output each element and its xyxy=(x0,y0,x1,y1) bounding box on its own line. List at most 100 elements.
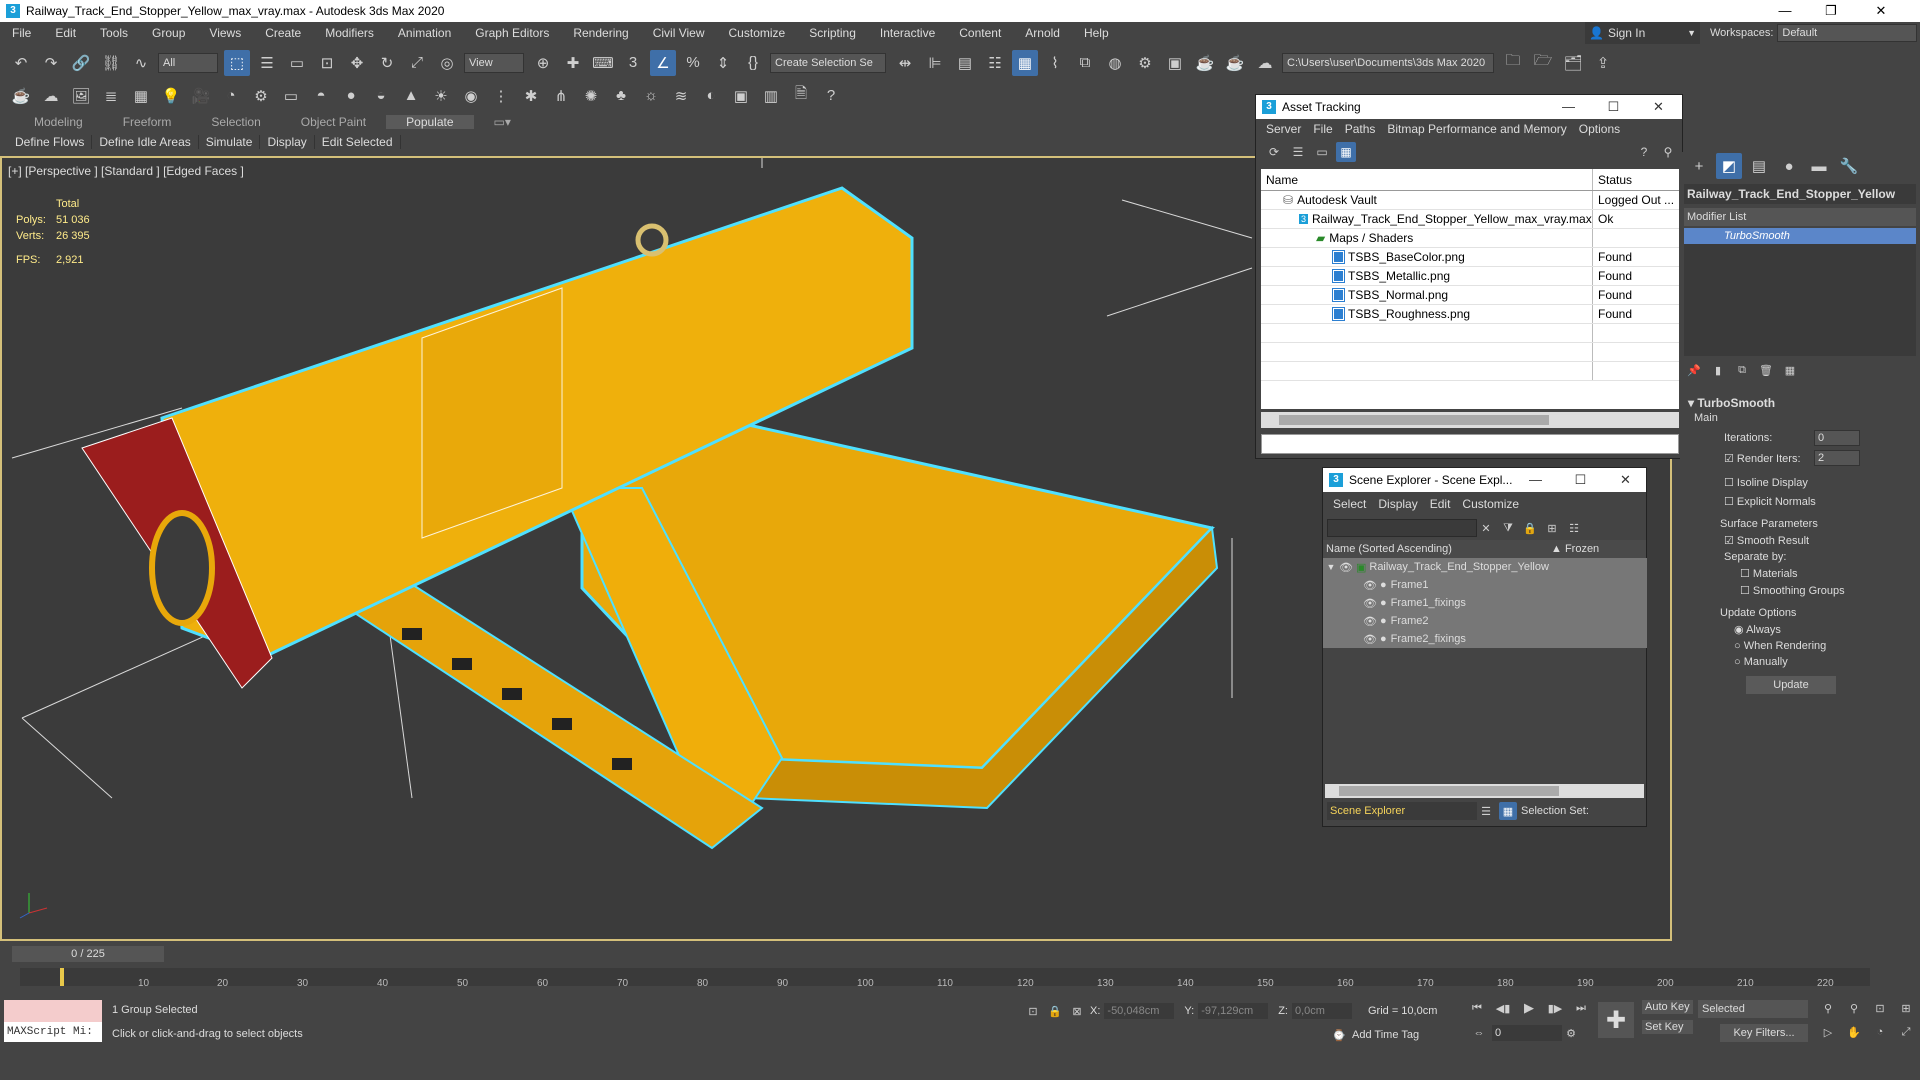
ribbon-options-icon[interactable]: ▭▾ xyxy=(474,115,531,129)
menu-paths[interactable]: Paths xyxy=(1339,122,1382,136)
lock-icon[interactable]: 🔒 xyxy=(1521,519,1539,537)
help-icon[interactable]: ? xyxy=(818,83,844,109)
column-name[interactable]: Name (Sorted Ascending) xyxy=(1323,543,1551,555)
file-icon[interactable]: 🗎 xyxy=(788,83,814,109)
sphere-half-icon[interactable]: ◓ xyxy=(308,83,334,109)
next-frame-icon[interactable]: ▮▶ xyxy=(1544,998,1566,1018)
camera-icon[interactable]: 🎥 xyxy=(188,83,214,109)
menu-file[interactable]: File xyxy=(0,22,43,44)
snaps-toggle-icon[interactable]: 3 xyxy=(620,50,646,76)
asset-row-texture[interactable]: TSBS_Metallic.png Found xyxy=(1261,267,1679,286)
pivot-icon[interactable]: ⊕ xyxy=(530,50,556,76)
close-button[interactable]: ✕ xyxy=(1636,95,1681,119)
close-button[interactable]: ✕ xyxy=(1858,0,1904,22)
orb-icon[interactable]: ◉ xyxy=(458,83,484,109)
rotate-icon[interactable]: ↻ xyxy=(374,50,400,76)
plant-icon[interactable]: ♣ xyxy=(608,83,634,109)
link-folder-icon[interactable]: 🗁 xyxy=(1530,50,1556,76)
z-coordinate-field[interactable]: 0,0cm xyxy=(1291,1003,1352,1019)
particle-icon[interactable]: ✱ xyxy=(518,83,544,109)
thumbnail-view-icon[interactable]: ▭ xyxy=(1312,142,1332,162)
hemisphere-icon[interactable]: ◒ xyxy=(368,83,394,109)
open-folder-icon[interactable]: 🗂 xyxy=(1560,50,1586,76)
asset-row-texture[interactable]: TSBS_Normal.png Found xyxy=(1261,286,1679,305)
layers-icon[interactable]: ☷ xyxy=(1565,519,1583,537)
field-of-view-icon[interactable]: ▷ xyxy=(1818,1022,1838,1042)
menu-modifiers[interactable]: Modifiers xyxy=(313,22,386,44)
pan-icon[interactable]: ✋ xyxy=(1844,1022,1864,1042)
keyboard-shortcut-icon[interactable]: ⌨ xyxy=(590,50,616,76)
close-button[interactable]: ✕ xyxy=(1603,468,1648,492)
filter-icon[interactable]: ⧩ xyxy=(1499,519,1517,537)
visibility-eye-icon[interactable]: 👁 xyxy=(1363,579,1377,592)
toggle-scene-explorer-icon[interactable]: ▤ xyxy=(952,50,978,76)
always-radio[interactable]: ◉ Always xyxy=(1680,623,1920,636)
link-icon[interactable]: 🔗 xyxy=(68,50,94,76)
globe-icon[interactable]: ◐ xyxy=(698,83,724,109)
mirror-icon[interactable]: ⇹ xyxy=(892,50,918,76)
isolate-selection-icon[interactable]: ⊡ xyxy=(1024,1002,1042,1020)
table-icon[interactable]: ▦ xyxy=(128,83,154,109)
absolute-mode-icon[interactable]: ⊠ xyxy=(1068,1002,1086,1020)
align-icon[interactable]: ⊫ xyxy=(922,50,948,76)
tab-object-paint[interactable]: Object Paint xyxy=(281,115,386,129)
menu-server[interactable]: Server xyxy=(1260,122,1307,136)
add-time-tag[interactable]: Add Time Tag xyxy=(1352,1029,1419,1041)
cone-icon[interactable]: ▲ xyxy=(398,83,424,109)
motion-tab-icon[interactable]: ● xyxy=(1776,153,1802,179)
play-icon[interactable]: ▶ xyxy=(1518,998,1540,1018)
tab-populate[interactable]: Populate xyxy=(386,115,474,129)
visibility-eye-icon[interactable]: 👁 xyxy=(1339,561,1353,574)
scale-icon[interactable]: ⤢ xyxy=(404,50,430,76)
scene-search-input[interactable] xyxy=(1327,519,1477,537)
fog-icon[interactable]: ≋ xyxy=(668,83,694,109)
maximize-button[interactable]: ❐ xyxy=(1808,0,1854,22)
simulate-button[interactable]: Simulate xyxy=(199,135,261,149)
list-view-icon[interactable]: ☰ xyxy=(1288,142,1308,162)
select-by-name-icon[interactable]: ☰ xyxy=(254,50,280,76)
bind-spacewarp-icon[interactable]: ∿ xyxy=(128,50,154,76)
menu-interactive[interactable]: Interactive xyxy=(868,22,947,44)
time-tag-icon[interactable]: ⌚ xyxy=(1330,1026,1348,1044)
tab-selection[interactable]: Selection xyxy=(191,115,280,129)
render-iterative-icon[interactable]: ☕ xyxy=(1222,50,1248,76)
clear-search-icon[interactable]: ✕ xyxy=(1477,519,1495,537)
go-to-end-icon[interactable]: ⏭ xyxy=(1570,998,1592,1018)
expand-icon[interactable]: ▼ xyxy=(1323,562,1339,572)
set-keys-icon[interactable]: ✚ xyxy=(1598,1002,1634,1038)
helper-icon[interactable]: ◔ xyxy=(218,83,244,109)
manually-radio[interactable]: ○ Manually xyxy=(1680,656,1920,668)
unlink-icon[interactable]: ⛓ xyxy=(98,50,124,76)
redo-icon[interactable]: ↷ xyxy=(38,50,64,76)
cloud-icon[interactable]: ☁ xyxy=(38,83,64,109)
auto-key-button[interactable]: Auto Key xyxy=(1642,1000,1693,1014)
smoothing-groups-checkbox[interactable]: ☐ Smoothing Groups xyxy=(1680,584,1920,597)
menu-options[interactable]: Options xyxy=(1573,122,1626,136)
maximize-button[interactable]: ☐ xyxy=(1558,468,1603,492)
menu-display[interactable]: Display xyxy=(1372,497,1423,511)
key-mode-icon[interactable]: ⇔ xyxy=(1470,1024,1488,1042)
rollout-header[interactable]: ▾ TurboSmooth xyxy=(1680,396,1920,410)
rectangular-selection-icon[interactable]: ▭ xyxy=(284,50,310,76)
hierarchy-icon[interactable]: ▦ xyxy=(1499,802,1517,820)
project-folder-icon[interactable]: 🗀 xyxy=(1500,50,1526,76)
frame-buffer-icon[interactable]: ▣ xyxy=(728,83,754,109)
orbit-icon[interactable]: ◔ xyxy=(1870,1022,1890,1042)
define-idle-areas-button[interactable]: Define Idle Areas xyxy=(92,135,199,149)
zoom-icon[interactable]: ⚲ xyxy=(1818,998,1838,1018)
maximize-button[interactable]: ☐ xyxy=(1591,95,1636,119)
schematic-view-icon[interactable]: ⧉ xyxy=(1072,50,1098,76)
tab-modeling[interactable]: Modeling xyxy=(14,115,103,129)
sun-icon[interactable]: ☀ xyxy=(428,83,454,109)
menu-civil-view[interactable]: Civil View xyxy=(641,22,717,44)
explicit-normals-checkbox[interactable]: ☐ Explicit Normals xyxy=(1680,495,1920,508)
hierarchy-icon[interactable]: ⊞ xyxy=(1543,519,1561,537)
workspace-select[interactable]: Default xyxy=(1777,24,1918,42)
tree-item[interactable]: 👁 ● Frame1_fixings xyxy=(1323,594,1646,612)
utilities-tab-icon[interactable]: 🔧 xyxy=(1836,153,1862,179)
smooth-result-checkbox[interactable]: ☑ Smooth Result xyxy=(1680,534,1920,547)
menu-customize[interactable]: Customize xyxy=(717,22,798,44)
help-search-icon[interactable]: ⚲ xyxy=(1658,142,1678,162)
window-crossing-icon[interactable]: ⊡ xyxy=(314,50,340,76)
asset-row-maps[interactable]: ▰ Maps / Shaders xyxy=(1261,229,1679,248)
